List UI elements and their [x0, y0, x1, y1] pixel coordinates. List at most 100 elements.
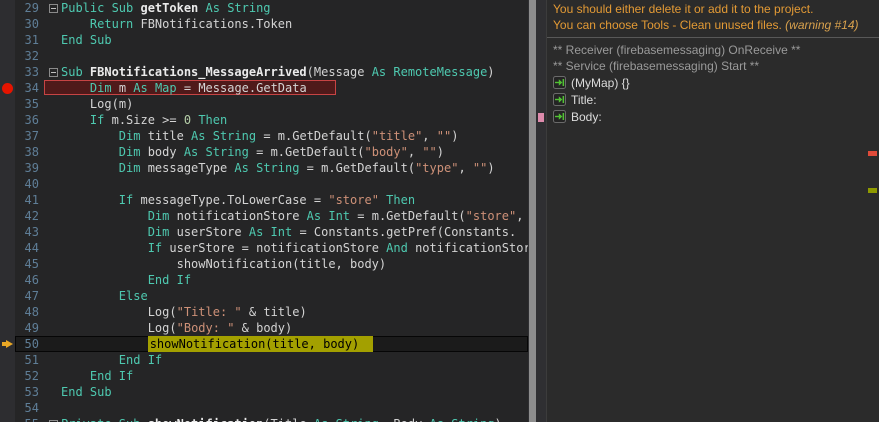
- code-text[interactable]: Sub FBNotifications_MessageArrived(Messa…: [61, 64, 528, 80]
- breakpoint-margin[interactable]: [0, 272, 15, 288]
- fold-collapse-icon[interactable]: [48, 3, 58, 13]
- log-expand-icon[interactable]: [553, 76, 566, 89]
- breakpoint-margin[interactable]: [0, 176, 15, 192]
- code-line[interactable]: 32: [0, 48, 528, 64]
- code-line[interactable]: 40: [0, 176, 528, 192]
- code-line[interactable]: 51 End If: [0, 352, 528, 368]
- breakpoint-margin[interactable]: [0, 288, 15, 304]
- code-text[interactable]: If m.Size >= 0 Then: [61, 112, 528, 128]
- breakpoint-margin[interactable]: [0, 352, 15, 368]
- code-text[interactable]: [61, 176, 528, 192]
- fold-collapse-icon[interactable]: [48, 67, 58, 77]
- code-line[interactable]: 50 showNotification(title, body): [0, 336, 528, 352]
- code-line[interactable]: 46 End If: [0, 272, 528, 288]
- editor-scrollbar-thumb[interactable]: [529, 0, 536, 422]
- breakpoint-margin[interactable]: [0, 128, 15, 144]
- fold-margin[interactable]: [45, 0, 61, 16]
- code-text[interactable]: Private Sub showNotification(Title As St…: [61, 416, 528, 422]
- line-number: 39: [24, 161, 39, 175]
- code-text[interactable]: Dim m As Map = Message.GetData: [61, 80, 528, 96]
- code-line[interactable]: 53 End Sub: [0, 384, 528, 400]
- code-line[interactable]: 38 Dim body As String = m.GetDefault("bo…: [0, 144, 528, 160]
- code-line[interactable]: 30 Return FBNotifications.Token: [0, 16, 528, 32]
- code-line[interactable]: 35 Log(m): [0, 96, 528, 112]
- breakpoint-margin[interactable]: [0, 400, 15, 416]
- fold-margin: [45, 176, 61, 192]
- breakpoint-margin[interactable]: [0, 0, 15, 16]
- code-editor[interactable]: 29 Public Sub getToken As String 30 Return…: [0, 0, 528, 422]
- breakpoint-margin[interactable]: [0, 160, 15, 176]
- breakpoint-margin[interactable]: [0, 96, 15, 112]
- code-line[interactable]: 37 Dim title As String = m.GetDefault("t…: [0, 128, 528, 144]
- breakpoint-margin[interactable]: [0, 64, 15, 80]
- breakpoint-margin[interactable]: [0, 112, 15, 128]
- code-line[interactable]: 29 Public Sub getToken As String: [0, 0, 528, 16]
- fold-margin[interactable]: [45, 64, 61, 80]
- fold-margin: [45, 304, 61, 320]
- code-text[interactable]: Dim title As String = m.GetDefault("titl…: [61, 128, 528, 144]
- code-text[interactable]: End Sub: [61, 32, 528, 48]
- code-text[interactable]: Dim userStore As Int = Constants.getPref…: [61, 224, 528, 240]
- code-line[interactable]: 33 Sub FBNotifications_MessageArrived(Mes…: [0, 64, 528, 80]
- code-text[interactable]: End If: [61, 272, 528, 288]
- breakpoint-margin[interactable]: [0, 80, 15, 96]
- breakpoint-margin[interactable]: [0, 192, 15, 208]
- log-expand-icon[interactable]: [553, 93, 566, 106]
- fold-margin[interactable]: [45, 416, 61, 422]
- code-line[interactable]: 39 Dim messageType As String = m.GetDefa…: [0, 160, 528, 176]
- breakpoint-margin[interactable]: [0, 16, 15, 32]
- code-text[interactable]: Return FBNotifications.Token: [61, 16, 528, 32]
- code-line[interactable]: 34 Dim m As Map = Message.GetData: [0, 80, 528, 96]
- breakpoint-margin[interactable]: [0, 384, 15, 400]
- breakpoint-margin[interactable]: [0, 208, 15, 224]
- code-line[interactable]: 44 If userStore = notificationStore And …: [0, 240, 528, 256]
- code-text[interactable]: Else: [61, 288, 528, 304]
- code-text[interactable]: End Sub: [61, 384, 528, 400]
- code-text[interactable]: showNotification(title, body): [61, 336, 528, 352]
- code-text[interactable]: End If: [61, 352, 528, 368]
- fold-margin: [45, 288, 61, 304]
- breakpoint-margin[interactable]: [0, 368, 15, 384]
- code-line[interactable]: 31 End Sub: [0, 32, 528, 48]
- log-scrollbar[interactable]: [866, 38, 879, 422]
- code-text[interactable]: If userStore = notificationStore And not…: [61, 240, 528, 256]
- code-line[interactable]: 48 Log("Title: " & title): [0, 304, 528, 320]
- code-line[interactable]: 43 Dim userStore As Int = Constants.getP…: [0, 224, 528, 240]
- editor-scrollbar[interactable]: [528, 0, 546, 422]
- breakpoint-margin[interactable]: [0, 32, 15, 48]
- code-text[interactable]: showNotification(title, body): [61, 256, 528, 272]
- breakpoint-margin[interactable]: [0, 336, 15, 352]
- code-text[interactable]: [61, 48, 528, 64]
- breakpoint-margin[interactable]: [0, 304, 15, 320]
- code-text[interactable]: Public Sub getToken As String: [61, 0, 528, 16]
- code-text[interactable]: Dim notificationStore As Int = m.GetDefa…: [61, 208, 528, 224]
- code-text[interactable]: Dim body As String = m.GetDefault("body"…: [61, 144, 528, 160]
- code-text[interactable]: If messageType.ToLowerCase = "store" The…: [61, 192, 528, 208]
- code-text[interactable]: [61, 400, 528, 416]
- breakpoint-margin[interactable]: [0, 320, 15, 336]
- breakpoint-margin[interactable]: [0, 144, 15, 160]
- code-line[interactable]: 47 Else: [0, 288, 528, 304]
- code-text[interactable]: Log("Body: " & body): [61, 320, 528, 336]
- code-line[interactable]: 54: [0, 400, 528, 416]
- code-text[interactable]: Log(m): [61, 96, 528, 112]
- breakpoint-margin[interactable]: [0, 224, 15, 240]
- code-line[interactable]: 42 Dim notificationStore As Int = m.GetD…: [0, 208, 528, 224]
- code-line[interactable]: 49 Log("Body: " & body): [0, 320, 528, 336]
- breakpoint-margin[interactable]: [0, 416, 15, 422]
- line-number: 49: [24, 321, 39, 335]
- breakpoint-margin[interactable]: [0, 256, 15, 272]
- breakpoint-icon[interactable]: [2, 82, 13, 94]
- code-line[interactable]: 36 If m.Size >= 0 Then: [0, 112, 528, 128]
- code-line[interactable]: 45 showNotification(title, body): [0, 256, 528, 272]
- code-text[interactable]: Log("Title: " & title): [61, 304, 528, 320]
- code-text[interactable]: End If: [61, 368, 528, 384]
- code-line[interactable]: 55 Private Sub showNotification(Title As …: [0, 416, 528, 422]
- code-line[interactable]: 52 End If: [0, 368, 528, 384]
- breakpoint-margin[interactable]: [0, 240, 15, 256]
- code-line[interactable]: 41 If messageType.ToLowerCase = "store" …: [0, 192, 528, 208]
- code-text[interactable]: Dim messageType As String = m.GetDefault…: [61, 160, 528, 176]
- breakpoint-margin[interactable]: [0, 48, 15, 64]
- fold-margin: [45, 336, 61, 352]
- log-expand-icon[interactable]: [553, 110, 566, 123]
